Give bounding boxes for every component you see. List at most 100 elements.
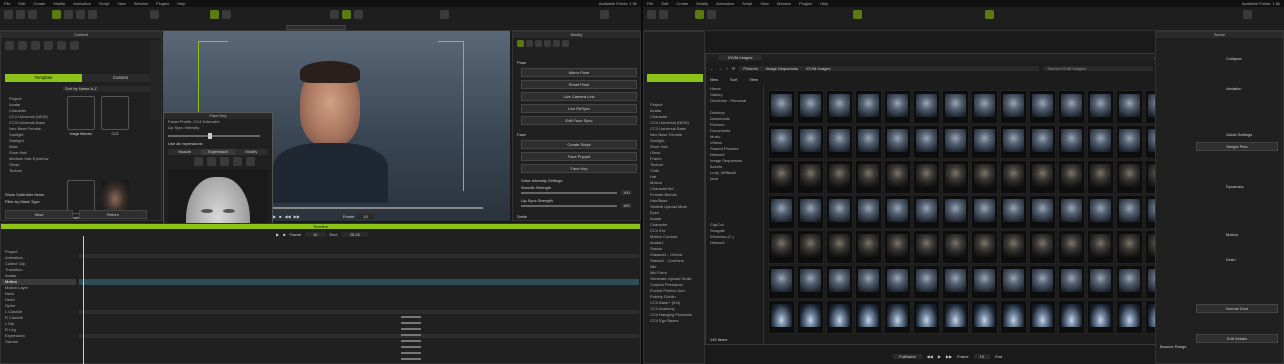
image-thumbnail[interactable] bbox=[768, 230, 795, 264]
image-thumbnail[interactable] bbox=[942, 160, 969, 194]
image-thumbnail[interactable] bbox=[1087, 230, 1114, 264]
content-icon-4[interactable] bbox=[44, 41, 53, 50]
tl-end-value[interactable]: 25.28 bbox=[341, 232, 368, 237]
image-thumbnail[interactable] bbox=[826, 195, 853, 229]
select-icon[interactable] bbox=[695, 10, 704, 19]
frame-value[interactable]: 10 bbox=[357, 213, 374, 219]
save-button[interactable]: Save bbox=[5, 210, 73, 219]
image-thumbnail[interactable] bbox=[913, 265, 940, 299]
search-field[interactable] bbox=[286, 25, 346, 30]
crumb-pictures[interactable]: Pictures bbox=[743, 66, 757, 71]
face-mode-icon-4[interactable] bbox=[233, 157, 242, 166]
image-thumbnail[interactable] bbox=[913, 90, 940, 124]
render-icon[interactable] bbox=[853, 10, 862, 19]
move-icon[interactable] bbox=[64, 10, 73, 19]
morph-slider-knob[interactable] bbox=[208, 133, 212, 139]
tree-item[interactable]: Texture bbox=[5, 168, 61, 174]
playhead[interactable] bbox=[83, 236, 84, 364]
back-icon[interactable]: ← bbox=[710, 66, 714, 71]
image-thumbnail[interactable] bbox=[826, 300, 853, 334]
return-button[interactable]: Return bbox=[79, 210, 147, 219]
image-thumbnail[interactable] bbox=[1058, 230, 1085, 264]
image-thumbnail[interactable] bbox=[971, 265, 998, 299]
up-icon[interactable]: ↑ bbox=[726, 66, 728, 71]
menu-script[interactable]: Script bbox=[99, 1, 109, 6]
image-thumbnail[interactable] bbox=[768, 300, 795, 334]
capture-icon[interactable] bbox=[440, 10, 449, 19]
image-thumbnail[interactable] bbox=[913, 125, 940, 159]
menu-file[interactable]: File bbox=[4, 1, 10, 6]
new-button[interactable]: New bbox=[710, 77, 718, 82]
image-thumbnail[interactable] bbox=[1116, 300, 1143, 334]
lipsync-value[interactable]: 100 bbox=[621, 203, 632, 208]
lipsync-slider[interactable] bbox=[521, 205, 617, 207]
content-icon-6[interactable] bbox=[70, 41, 79, 50]
image-thumbnail[interactable] bbox=[1058, 300, 1085, 334]
menu-help[interactable]: Help bbox=[177, 1, 185, 6]
tl-frame-value[interactable]: 10 bbox=[305, 232, 326, 237]
viewport-scrub[interactable] bbox=[273, 207, 483, 209]
tree-item[interactable]: CC4 Ego Bases bbox=[646, 318, 704, 324]
image-thumbnail[interactable] bbox=[884, 230, 911, 264]
frame-value[interactable]: 10 bbox=[973, 353, 991, 359]
image-thumbnail[interactable] bbox=[942, 195, 969, 229]
image-thumbnail[interactable] bbox=[1029, 125, 1056, 159]
menu-window[interactable]: Window bbox=[777, 1, 791, 6]
image-thumbnail[interactable] bbox=[1029, 160, 1056, 194]
image-thumbnail[interactable] bbox=[1116, 125, 1143, 159]
tab-expression[interactable]: Expression bbox=[201, 149, 235, 155]
select-icon[interactable] bbox=[52, 10, 61, 19]
modify-tab-icon-6[interactable] bbox=[562, 40, 569, 47]
sort-dropdown[interactable]: Sort by Name A-Z bbox=[63, 86, 159, 92]
image-thumbnail[interactable] bbox=[884, 90, 911, 124]
image-thumbnail[interactable] bbox=[826, 125, 853, 159]
tab-muscle[interactable]: Muscle bbox=[168, 149, 202, 155]
edit-face-sync-button[interactable]: Edit Face Sync bbox=[521, 116, 637, 125]
nav-item[interactable]: OneDrive - Personal bbox=[706, 98, 763, 104]
refresh-icon[interactable]: ⟳ bbox=[732, 66, 735, 71]
crumb-sequences[interactable]: Image Sequences bbox=[766, 66, 798, 71]
image-thumbnail[interactable] bbox=[855, 160, 882, 194]
content-icon-2[interactable] bbox=[18, 41, 27, 50]
image-thumbnail[interactable] bbox=[1000, 160, 1027, 194]
play-icon[interactable]: ▶ bbox=[938, 354, 941, 359]
create-script-button[interactable]: Create Script bbox=[521, 140, 637, 149]
image-thumbnail[interactable] bbox=[1087, 300, 1114, 334]
camera-icon[interactable] bbox=[150, 10, 159, 19]
tl-play-icon[interactable]: ▶ bbox=[276, 232, 279, 237]
image-thumbnail[interactable] bbox=[768, 125, 795, 159]
use-all-checkbox[interactable]: Use all expressions bbox=[168, 141, 203, 146]
image-thumbnail[interactable] bbox=[971, 300, 998, 334]
image-thumbnail[interactable] bbox=[1058, 90, 1085, 124]
image-thumbnail[interactable] bbox=[1087, 265, 1114, 299]
tab-modify[interactable]: Modify bbox=[234, 149, 268, 155]
crumb-iovm[interactable]: IOVM Images bbox=[806, 66, 830, 71]
image-thumbnail[interactable] bbox=[1058, 265, 1085, 299]
image-thumbnail[interactable] bbox=[1058, 125, 1085, 159]
forward-icon[interactable]: ▶▶ bbox=[946, 354, 952, 359]
open-icon[interactable] bbox=[659, 10, 668, 19]
live-camera-button[interactable]: Live Camera Link bbox=[521, 92, 637, 101]
image-thumbnail[interactable] bbox=[797, 160, 824, 194]
modify-tab-icon-2[interactable] bbox=[526, 40, 533, 47]
smooth-value[interactable]: 100 bbox=[621, 190, 632, 195]
face-mode-icon-1[interactable] bbox=[194, 157, 203, 166]
image-thumbnail[interactable] bbox=[826, 230, 853, 264]
track-name[interactable]: Viseme bbox=[1, 339, 76, 345]
track-bar[interactable] bbox=[79, 254, 639, 258]
image-thumbnail[interactable] bbox=[1058, 160, 1085, 194]
new-icon[interactable] bbox=[4, 10, 13, 19]
image-thumbnail[interactable] bbox=[855, 195, 882, 229]
breadcrumb[interactable]: Pictures Image Sequences IOVM Images bbox=[739, 65, 1040, 71]
track-bar[interactable] bbox=[79, 334, 639, 338]
reset-pose-button[interactable]: Reset Pose bbox=[521, 80, 637, 89]
image-thumbnail[interactable] bbox=[1000, 300, 1027, 334]
explorer-tab-title[interactable]: IOVM Images bbox=[718, 55, 763, 60]
modify-tab-icon-5[interactable] bbox=[553, 40, 560, 47]
face-mode-icon-5[interactable] bbox=[246, 157, 255, 166]
right-tab-template[interactable] bbox=[647, 74, 703, 82]
image-thumbnail[interactable] bbox=[1058, 195, 1085, 229]
menu-create[interactable]: Create bbox=[33, 1, 45, 6]
image-thumbnail[interactable] bbox=[884, 160, 911, 194]
image-thumbnail[interactable] bbox=[942, 265, 969, 299]
